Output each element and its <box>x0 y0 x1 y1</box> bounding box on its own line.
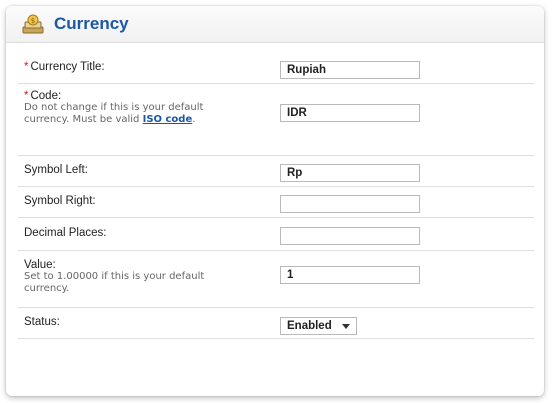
panel-header: $ Currency <box>6 6 544 43</box>
row-symbol-left: Symbol Left: Rp <box>18 156 534 187</box>
currency-icon: $ <box>22 14 44 34</box>
value-input[interactable]: 1 <box>280 266 420 284</box>
value-label-text: Value: <box>24 259 56 271</box>
code-help-text: Do not change if this is your default cu… <box>24 102 224 126</box>
currency-title-input[interactable]: Rupiah <box>280 61 420 79</box>
symbol-right-input[interactable] <box>280 195 420 213</box>
symbol-left-input[interactable]: Rp <box>280 164 420 182</box>
code-help-suffix: . <box>192 114 196 125</box>
status-selected: Enabled <box>287 320 332 332</box>
symbol-left-label: Symbol Left: <box>24 164 88 176</box>
currency-form: * Currency Title: Rupiah * Code: Do not ch… <box>18 52 534 339</box>
row-status: Status: Enabled <box>18 308 534 339</box>
code-input[interactable]: IDR <box>280 104 420 122</box>
symbol-right-label: Symbol Right: <box>24 195 96 207</box>
currency-title-label-text: Currency Title: <box>30 61 105 73</box>
chevron-down-icon <box>341 323 350 329</box>
svg-text:$: $ <box>31 17 35 25</box>
row-symbol-right: Symbol Right: <box>18 187 534 218</box>
row-value: Value: Set to 1.00000 if this is your de… <box>18 251 534 308</box>
row-currency-title: * Currency Title: Rupiah <box>18 52 534 84</box>
page-title: Currency <box>54 14 129 33</box>
iso-code-link[interactable]: ISO code <box>143 114 193 125</box>
decimal-places-label: Decimal Places: <box>24 227 107 239</box>
value-label: Value: Set to 1.00000 if this is your de… <box>18 259 280 295</box>
value-help: Set to 1.00000 if this is your default c… <box>24 271 205 294</box>
status-label: Status: <box>24 316 60 328</box>
row-decimal-places: Decimal Places: <box>18 218 534 251</box>
status-select[interactable]: Enabled <box>280 317 357 335</box>
currency-title-label: * Currency Title: <box>18 61 280 73</box>
code-label-text: Code: <box>30 90 62 102</box>
row-code: * Code: Do not change if this is your def… <box>18 84 534 156</box>
code-label: * Code: Do not change if this is your def… <box>18 90 280 126</box>
decimal-places-input[interactable] <box>280 227 420 245</box>
required-mark: * <box>24 90 29 102</box>
required-mark: * <box>24 61 29 73</box>
currency-panel: $ Currency * Currency Title: Rupiah * Code… <box>6 6 544 396</box>
